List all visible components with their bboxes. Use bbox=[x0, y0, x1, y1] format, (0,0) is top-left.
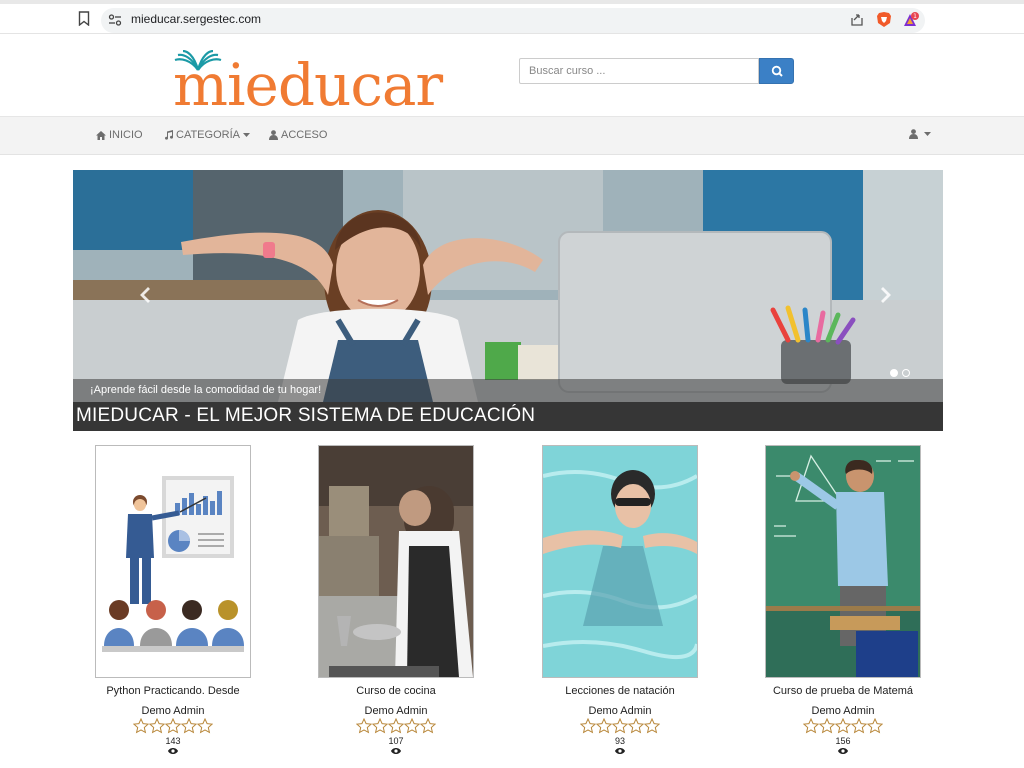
browser-toolbar: mieducar.sergestec.com 1 bbox=[0, 0, 1024, 34]
swimming-photo bbox=[543, 446, 697, 677]
user-menu-dropdown[interactable] bbox=[909, 129, 931, 139]
star-rating bbox=[131, 718, 215, 735]
star-icon[interactable] bbox=[181, 718, 197, 734]
home-icon bbox=[96, 130, 106, 140]
eye-icon bbox=[615, 748, 625, 754]
eye-icon bbox=[838, 748, 848, 754]
star-icon[interactable] bbox=[404, 718, 420, 734]
star-icon[interactable] bbox=[197, 718, 213, 734]
star-icon[interactable] bbox=[819, 718, 835, 734]
nav-item-inicio[interactable]: INICIO bbox=[96, 129, 143, 141]
course-thumbnail[interactable] bbox=[765, 445, 921, 678]
star-icon[interactable] bbox=[133, 718, 149, 734]
nav-item-acceso[interactable]: ACCESO bbox=[269, 129, 327, 141]
teacher-chalkboard-photo bbox=[766, 446, 920, 677]
course-thumbnail[interactable] bbox=[95, 445, 251, 678]
notification-badge: 1 bbox=[913, 13, 917, 20]
carousel-indicator-active[interactable] bbox=[890, 369, 898, 377]
star-icon[interactable] bbox=[596, 718, 612, 734]
music-icon bbox=[165, 130, 173, 140]
course-thumbnail[interactable] bbox=[542, 445, 698, 678]
user-icon bbox=[909, 129, 918, 139]
course-title[interactable]: Lecciones de natación bbox=[512, 685, 728, 697]
brave-rewards-icon[interactable]: 1 bbox=[902, 11, 920, 28]
star-icon[interactable] bbox=[165, 718, 181, 734]
course-search-input[interactable] bbox=[519, 58, 759, 84]
main-navbar: INICIO CATEGORÍA ACCESO bbox=[0, 116, 1024, 155]
search-button[interactable] bbox=[759, 58, 794, 84]
star-icon[interactable] bbox=[803, 718, 819, 734]
course-title[interactable]: Curso de prueba de Matemá bbox=[735, 685, 951, 697]
caption-bar: ¡Aprende fácil desde la comodidad de tu … bbox=[73, 379, 943, 402]
carousel-indicator[interactable] bbox=[902, 369, 910, 377]
course-author: Demo Admin bbox=[141, 705, 205, 717]
star-rating bbox=[354, 718, 438, 735]
course-thumbnail[interactable] bbox=[318, 445, 474, 678]
star-icon[interactable] bbox=[851, 718, 867, 734]
nav-label: INICIO bbox=[109, 129, 143, 141]
star-icon[interactable] bbox=[372, 718, 388, 734]
search-icon bbox=[771, 65, 783, 77]
carousel-next-arrow[interactable] bbox=[878, 286, 892, 304]
star-icon[interactable] bbox=[356, 718, 372, 734]
star-icon[interactable] bbox=[420, 718, 436, 734]
course-view-count: 107 bbox=[388, 736, 404, 746]
site-logo[interactable]: mieducar bbox=[173, 50, 443, 118]
hero-carousel: ¡Aprende fácil desde la comodidad de tu … bbox=[73, 170, 943, 431]
url-text[interactable]: mieducar.sergestec.com bbox=[131, 12, 261, 26]
eye-icon bbox=[168, 748, 178, 754]
presentation-illustration bbox=[96, 446, 250, 677]
star-icon[interactable] bbox=[867, 718, 883, 734]
course-author: Demo Admin bbox=[364, 705, 428, 717]
nav-label: ACCESO bbox=[281, 129, 328, 141]
caret-down-icon bbox=[924, 132, 931, 136]
bookmark-icon[interactable] bbox=[78, 11, 90, 26]
course-title[interactable]: Python Practicando. Desde bbox=[65, 685, 281, 697]
eye-icon bbox=[391, 748, 401, 754]
carousel-title-bar: MIEDUCAR - EL MEJOR SISTEMA DE EDUCACIÓN bbox=[73, 402, 943, 431]
star-rating bbox=[578, 718, 662, 735]
course-author: Demo Admin bbox=[588, 705, 652, 717]
carousel-caption: ¡Aprende fácil desde la comodidad de tu … bbox=[90, 384, 322, 396]
course-view-count: 156 bbox=[835, 736, 851, 746]
site-info-icon[interactable] bbox=[108, 14, 122, 26]
star-icon[interactable] bbox=[149, 718, 165, 734]
carousel-prev-arrow[interactable] bbox=[139, 286, 153, 304]
star-icon[interactable] bbox=[580, 718, 596, 734]
course-view-count: 93 bbox=[614, 736, 625, 746]
star-rating bbox=[801, 718, 885, 735]
logo-wordmark: mieducar bbox=[173, 51, 443, 119]
star-icon[interactable] bbox=[388, 718, 404, 734]
nav-item-categoria[interactable]: CATEGORÍA bbox=[164, 129, 250, 141]
star-icon[interactable] bbox=[628, 718, 644, 734]
user-icon bbox=[269, 130, 278, 140]
course-view-count: 143 bbox=[165, 736, 181, 746]
share-icon[interactable] bbox=[850, 12, 864, 26]
star-icon[interactable] bbox=[644, 718, 660, 734]
star-icon[interactable] bbox=[612, 718, 628, 734]
nav-label: CATEGORÍA bbox=[176, 129, 240, 141]
course-author: Demo Admin bbox=[811, 705, 875, 717]
carousel-title: MIEDUCAR - EL MEJOR SISTEMA DE EDUCACIÓN bbox=[76, 405, 536, 426]
brave-shields-icon[interactable] bbox=[876, 11, 892, 28]
cooking-photo bbox=[319, 446, 473, 677]
caret-down-icon bbox=[242, 133, 250, 137]
course-title[interactable]: Curso de cocina bbox=[288, 685, 504, 697]
star-icon[interactable] bbox=[835, 718, 851, 734]
